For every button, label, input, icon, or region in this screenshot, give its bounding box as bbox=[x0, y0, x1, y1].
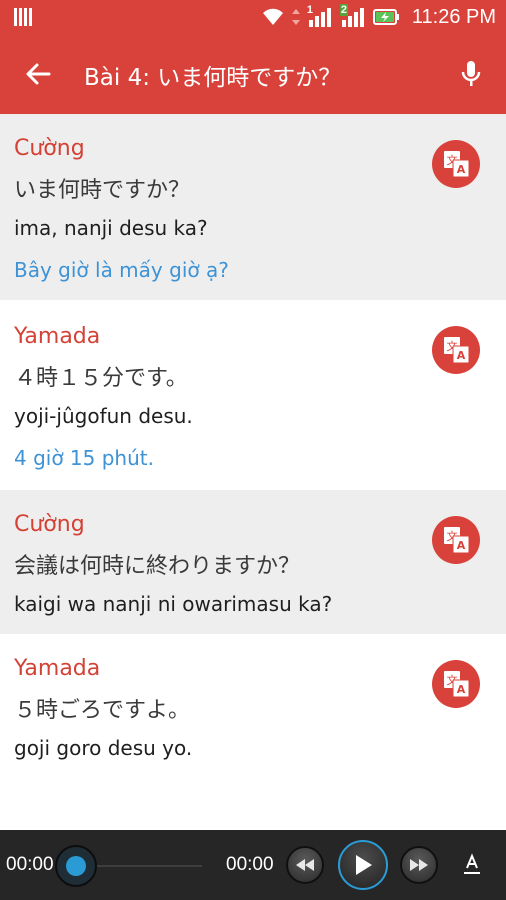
sim2-label: 2 bbox=[339, 4, 348, 16]
dialog-entry[interactable]: Yamada ４時１５分です。 yoji-jûgofun desu. 4 giờ… bbox=[0, 300, 506, 490]
status-bar: 1 2 11:26 PM bbox=[0, 0, 506, 34]
vietnamese-translation: Bây giờ là mấy giờ ạ? bbox=[14, 258, 229, 282]
dialog-entry[interactable]: Cường 会議は何時に終わりますか？ kaigi wa nanji ni ow… bbox=[0, 490, 506, 634]
translate-icon: 文 A bbox=[444, 671, 470, 698]
svg-text:A: A bbox=[457, 683, 466, 696]
rewind-icon bbox=[296, 859, 314, 871]
speaker-name: Cường bbox=[14, 136, 85, 161]
battery-charging-icon bbox=[372, 9, 399, 25]
translate-button[interactable]: 文 A bbox=[432, 140, 480, 188]
translate-button[interactable]: 文 A bbox=[432, 516, 480, 564]
data-arrows-icon bbox=[291, 9, 300, 25]
translate-icon: 文 A bbox=[444, 527, 470, 554]
svg-text:A: A bbox=[457, 349, 466, 362]
sim1-label: 1 bbox=[306, 4, 313, 16]
japanese-text: 会議は何時に終わりますか？ bbox=[14, 554, 301, 579]
japanese-text: ５時ごろですよ。 bbox=[14, 698, 191, 723]
speaker-name: Yamada bbox=[14, 324, 101, 349]
arrow-left-icon bbox=[26, 63, 51, 85]
dialog-entry[interactable]: Yamada ５時ごろですよ。 goji goro desu yo. 文 A bbox=[0, 634, 506, 830]
speaker-name: Cường bbox=[14, 512, 85, 537]
translate-button[interactable]: 文 A bbox=[432, 660, 480, 708]
fast-forward-icon bbox=[410, 859, 428, 871]
seek-handle-dot bbox=[66, 856, 86, 876]
play-icon bbox=[356, 855, 372, 875]
romaji-text: yoji-jûgofun desu. bbox=[14, 404, 193, 428]
page-title: Bài 4: いま何時ですか？ bbox=[84, 65, 342, 91]
total-time: 00:00 bbox=[226, 854, 274, 875]
romaji-text: goji goro desu yo. bbox=[14, 736, 193, 760]
seek-handle[interactable] bbox=[55, 845, 97, 887]
wifi-icon bbox=[262, 8, 283, 26]
microphone-icon bbox=[461, 61, 481, 86]
back-button[interactable] bbox=[20, 56, 56, 92]
dialog-list[interactable]: Cường いま何時ですか？ ima, nanji desu ka? Bây g… bbox=[0, 114, 506, 830]
romaji-text: ima, nanji desu ka? bbox=[14, 216, 208, 240]
svg-text:A: A bbox=[457, 163, 466, 176]
notification-icon bbox=[14, 8, 34, 26]
translate-icon: 文 A bbox=[444, 151, 470, 178]
signal-sim1-icon: 1 bbox=[306, 4, 333, 28]
rewind-button[interactable] bbox=[286, 846, 324, 884]
audio-player: 00:00 00:00 bbox=[0, 830, 506, 900]
japanese-text: いま何時ですか？ bbox=[14, 178, 191, 203]
play-button[interactable] bbox=[338, 840, 388, 890]
translate-button[interactable]: 文 A bbox=[432, 326, 480, 374]
dialog-entry[interactable]: Cường いま何時ですか？ ima, nanji desu ka? Bây g… bbox=[0, 114, 506, 300]
speaker-name: Yamada bbox=[14, 656, 101, 681]
text-size-icon bbox=[464, 853, 480, 874]
svg-text:A: A bbox=[457, 539, 466, 552]
microphone-button[interactable] bbox=[456, 56, 486, 92]
clock: 11:26 PM bbox=[411, 5, 496, 28]
japanese-text: ４時１５分です。 bbox=[14, 366, 188, 391]
vietnamese-translation: 4 giờ 15 phút. bbox=[14, 446, 154, 470]
app-bar: Bài 4: いま何時ですか？ bbox=[0, 34, 506, 114]
fast-forward-button[interactable] bbox=[400, 846, 438, 884]
translate-icon: 文 A bbox=[444, 337, 470, 364]
current-time: 00:00 bbox=[6, 854, 54, 875]
status-icons: 1 2 11:26 PM bbox=[261, 4, 496, 29]
text-size-button[interactable] bbox=[460, 852, 484, 878]
romaji-text: kaigi wa nanji ni owarimasu ka? bbox=[14, 592, 333, 616]
signal-sim2-icon: 2 bbox=[339, 4, 366, 28]
